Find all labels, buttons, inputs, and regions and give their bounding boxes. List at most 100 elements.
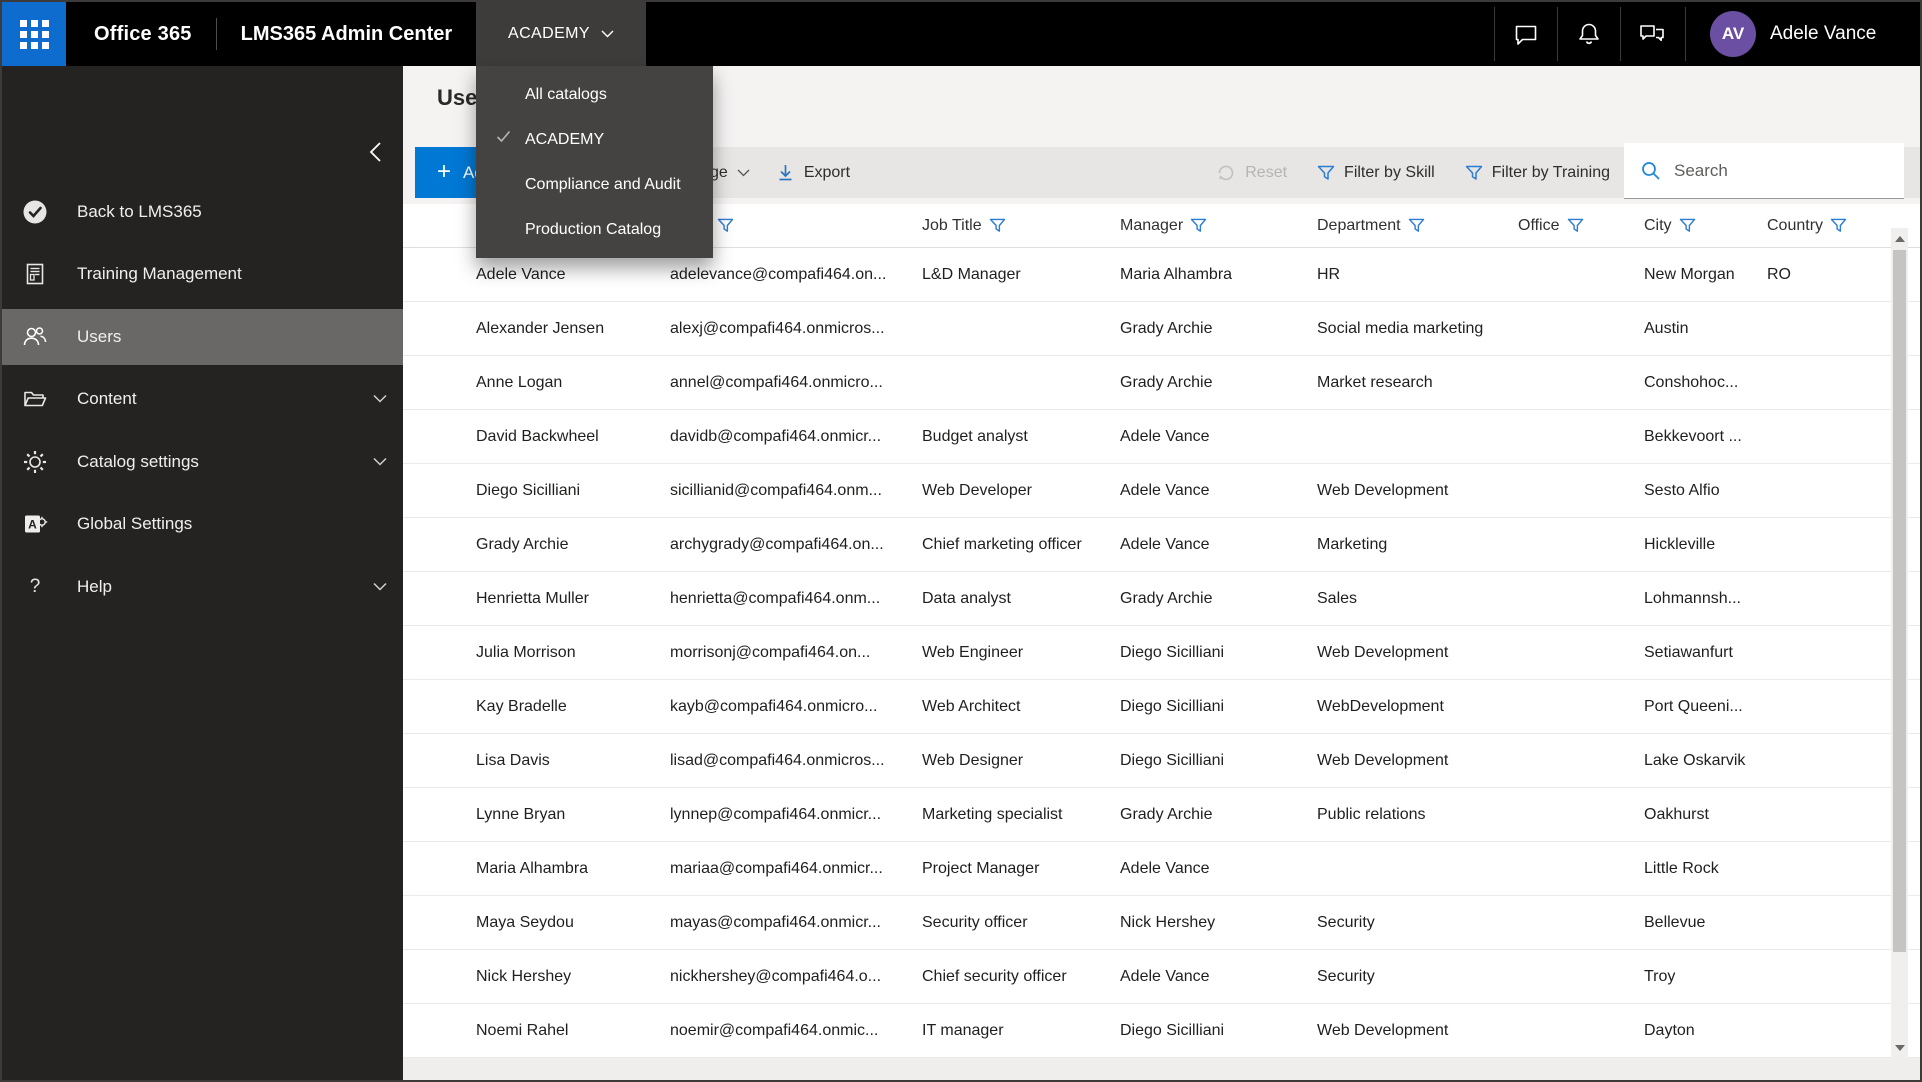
cell-city: Port Queeni... [1644, 697, 1743, 715]
column-header-manager[interactable]: Manager [1120, 217, 1317, 235]
cell-city: Hickleville [1644, 535, 1716, 553]
export-button[interactable]: Export [776, 163, 850, 182]
cell-manager: Diego Sicilliani [1120, 643, 1225, 661]
sidebar-item-training-management[interactable]: Training Management [2, 246, 403, 302]
catalog-selector-button[interactable]: ACADEMY [476, 2, 646, 66]
cell-department: Marketing [1317, 535, 1388, 553]
catalog-option-compliance-and-audit[interactable]: Compliance and Audit [476, 162, 713, 207]
cell-city: Bekkevoort ... [1644, 427, 1742, 445]
filter-icon[interactable] [1567, 218, 1584, 233]
table-row[interactable]: Lynne Bryan lynnep@compafi464.onmicr... Ma… [403, 788, 1920, 842]
scrollbar-thumb[interactable] [1893, 250, 1906, 952]
vertical-scrollbar[interactable] [1891, 228, 1908, 1058]
catalog-selector-label: ACADEMY [508, 25, 590, 42]
sidebar-item-users[interactable]: Users [2, 309, 403, 365]
chevron-down-icon [373, 453, 387, 471]
table-row[interactable]: Maya Seydou mayas@compafi464.onmicr... Sec… [403, 896, 1920, 950]
catalog-option-label: Production Catalog [525, 220, 662, 238]
table-row[interactable]: Nick Hershey nickhershey@compafi464.o... C… [403, 950, 1920, 1004]
filter-icon[interactable] [1190, 218, 1207, 233]
sidebar-item-content[interactable]: Content [2, 371, 403, 427]
avatar[interactable]: AV [1710, 11, 1756, 57]
sidebar-item-global-settings[interactable]: A Global Settings [2, 496, 403, 552]
table-row[interactable]: Kay Bradelle kayb@compafi464.onmicro... We… [403, 680, 1920, 734]
filter-icon[interactable] [1679, 218, 1696, 233]
cell-name: Henrietta Muller [476, 589, 589, 607]
cell-department: Sales [1317, 589, 1358, 607]
filter-icon[interactable] [989, 218, 1006, 233]
filter-icon[interactable] [1408, 218, 1425, 233]
cell-manager: Nick Hershey [1120, 913, 1216, 931]
cell-city: Setiawanfurt [1644, 643, 1733, 661]
office365-label[interactable]: Office 365 [94, 23, 192, 46]
app-launcher-button[interactable] [2, 2, 66, 66]
column-header-label: Department [1317, 216, 1401, 234]
cell-manager: Diego Sicilliani [1120, 1021, 1225, 1039]
chevron-down-icon [373, 390, 387, 408]
cell-city: Lake Oskarvik [1644, 751, 1746, 769]
cell-job-title: Project Manager [922, 859, 1040, 877]
notifications-button[interactable] [1557, 2, 1620, 66]
scroll-up-button[interactable] [1891, 230, 1908, 247]
cell-manager: Grady Archie [1120, 805, 1213, 823]
column-header-city[interactable]: City [1644, 217, 1767, 235]
cell-city: New Morgan [1644, 265, 1735, 283]
catalog-option-all-catalogs[interactable]: All catalogs [476, 72, 713, 117]
cell-city: Lohmannsh... [1644, 589, 1741, 607]
table-row[interactable]: Noemi Rahel noemir@compafi464.onmic... IT … [403, 1004, 1920, 1058]
column-header-office[interactable]: Office [1518, 217, 1644, 235]
filter-icon[interactable] [717, 218, 734, 233]
catalog-option-production-catalog[interactable]: Production Catalog [476, 207, 713, 252]
topbar-divider [1685, 7, 1686, 61]
app-title[interactable]: LMS365 Admin Center [241, 23, 453, 46]
sidebar-item-label: Global Settings [77, 514, 193, 533]
cell-name: Anne Logan [476, 373, 563, 391]
table-row[interactable]: Henrietta Muller henrietta@compafi464.onm… [403, 572, 1920, 626]
user-name[interactable]: Adele Vance [1770, 2, 1876, 66]
table-row[interactable]: David Backwheel davidb@compafi464.onmicr.… [403, 410, 1920, 464]
table-row[interactable]: Grady Archie archygrady@compafi464.on... C… [403, 518, 1920, 572]
sidebar: Back to LMS365 Training Management Users… [2, 66, 403, 1080]
filter-by-skill-button[interactable]: Filter by Skill [1317, 164, 1435, 182]
scroll-down-button[interactable] [1891, 1039, 1908, 1056]
table-row[interactable]: Julia Morrison morrisonj@compafi464.on...… [403, 626, 1920, 680]
filter-by-skill-label: Filter by Skill [1344, 163, 1435, 181]
cell-name: David Backwheel [476, 427, 599, 445]
reset-button[interactable]: Reset [1216, 163, 1287, 183]
cell-job-title: Budget analyst [922, 427, 1028, 445]
cell-name: Grady Archie [476, 535, 569, 553]
search-input[interactable] [1672, 159, 1904, 182]
table-row[interactable]: Maria Alhambra mariaa@compafi464.onmicr..… [403, 842, 1920, 896]
table-row[interactable]: Anne Logan annel@compafi464.onmicro... Gra… [403, 356, 1920, 410]
sidebar-item-label: Back to LMS365 [77, 202, 202, 221]
cell-department: Web Development [1317, 751, 1449, 769]
cell-name: Lisa Davis [476, 751, 550, 769]
table-row[interactable]: Lisa Davis lisad@compafi464.onmicros... We… [403, 734, 1920, 788]
cell-email: nickhershey@compafi464.o... [670, 967, 882, 985]
column-header-department[interactable]: Department [1317, 217, 1518, 235]
cell-city: Dayton [1644, 1021, 1695, 1039]
filter-by-training-button[interactable]: Filter by Training [1465, 164, 1610, 182]
sidebar-item-catalog-settings[interactable]: Catalog settings [2, 434, 403, 490]
cell-city: Austin [1644, 319, 1689, 337]
horizontal-scrollbar-track[interactable] [403, 1058, 1920, 1080]
sidebar-item-help[interactable]: ? Help [2, 559, 403, 615]
cell-job-title: IT manager [922, 1021, 1004, 1039]
cell-department: Web Development [1317, 1021, 1449, 1039]
column-header-job-title[interactable]: Job Title [922, 217, 1120, 235]
column-header-country[interactable]: Country [1767, 217, 1892, 235]
sidebar-collapse-button[interactable] [361, 138, 389, 166]
catalog-option-academy[interactable]: ACADEMY [476, 117, 713, 162]
cell-email: morrisonj@compafi464.on... [670, 643, 871, 661]
chevron-down-icon [737, 169, 750, 176]
column-header-label: Office [1518, 216, 1560, 234]
table-row[interactable]: Diego Sicilliani sicillianid@compafi464.o… [403, 464, 1920, 518]
users-table: NameEmailJob TitleManagerDepartmentOffic… [403, 204, 1920, 1058]
check-circle-icon [20, 197, 50, 227]
table-row[interactable]: Alexander Jensen alexj@compafi464.onmicro… [403, 302, 1920, 356]
chat-button[interactable] [1494, 2, 1557, 66]
filter-icon[interactable] [1830, 218, 1847, 233]
sidebar-item-back-to-lms365[interactable]: Back to LMS365 [2, 184, 403, 240]
feedback-button[interactable] [1620, 2, 1683, 66]
chevron-down-icon [601, 30, 614, 38]
